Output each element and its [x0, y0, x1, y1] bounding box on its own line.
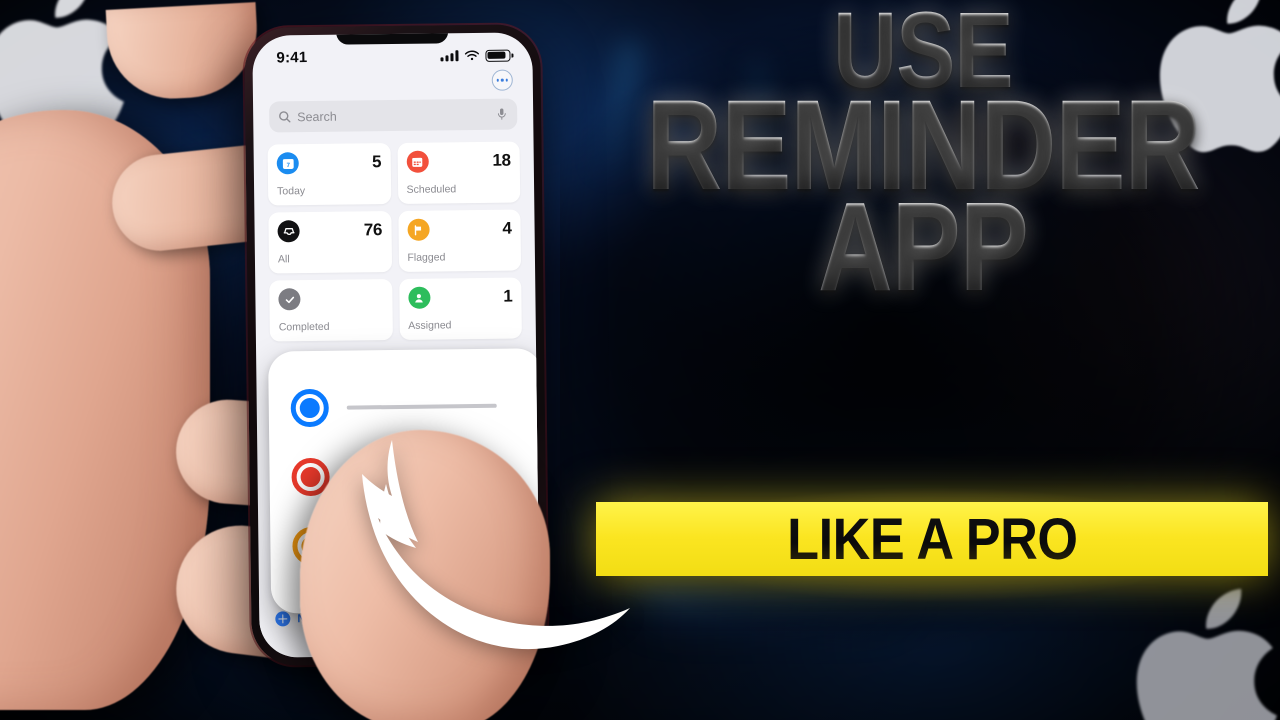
list-card-assigned[interactable]: 1 Assigned [398, 277, 522, 340]
finger [105, 2, 261, 102]
notch [336, 32, 449, 45]
list-card-all[interactable]: 76 All [268, 211, 392, 274]
list-card-scheduled[interactable]: 18 Scheduled [397, 141, 521, 204]
more-options-button[interactable] [491, 69, 513, 91]
list-count: 5 [371, 152, 382, 172]
list-label: Scheduled [406, 183, 457, 196]
status-time: 9:41 [276, 49, 308, 67]
list-count: 18 [492, 150, 511, 170]
search-input[interactable]: Search [269, 98, 518, 133]
headline-block: USE REMINDER APP [566, 0, 1280, 524]
banner-text: LIKE A PRO [786, 506, 1078, 572]
list-count: 1 [503, 286, 513, 306]
plus-icon [275, 611, 291, 627]
headline-line-3: APP [630, 183, 1215, 309]
status-icons [440, 49, 511, 62]
person-icon [407, 286, 431, 309]
list-card-today[interactable]: 7 5 Today [267, 143, 391, 206]
thumbnail-canvas: 9:41 Search 7 5 Today 18 Scheduled 76 Al… [0, 0, 1280, 720]
list-label: Today [277, 185, 306, 198]
search-wrap: Search [253, 90, 533, 133]
wifi-icon [464, 50, 480, 60]
more-row [253, 65, 533, 93]
list-label: Assigned [408, 319, 452, 332]
calendar-icon: 7 [276, 152, 299, 175]
list-count: 4 [502, 218, 512, 238]
signal-bars-icon [440, 50, 459, 62]
list-count: 76 [363, 220, 383, 240]
search-icon [279, 111, 291, 123]
search-placeholder: Search [297, 109, 337, 124]
list-card-completed[interactable]: Completed [269, 279, 393, 342]
scheduled-icon [406, 150, 429, 173]
list-label: All [277, 253, 290, 266]
list-label: Flagged [407, 251, 446, 264]
mic-icon[interactable] [495, 108, 508, 121]
smart-lists-grid: 7 5 Today 18 Scheduled 76 All 4 Flagged … [253, 129, 536, 342]
inbox-icon [277, 220, 300, 243]
battery-icon [485, 49, 511, 62]
list-label: Completed [278, 320, 330, 334]
flag-icon [406, 218, 430, 241]
like-a-pro-banner: LIKE A PRO [596, 502, 1268, 576]
blue-reminder-circle[interactable] [290, 388, 329, 427]
placeholder-line [346, 403, 497, 410]
thumb [300, 430, 550, 720]
list-card-flagged[interactable]: 4 Flagged [397, 209, 522, 272]
check-icon [278, 288, 301, 311]
